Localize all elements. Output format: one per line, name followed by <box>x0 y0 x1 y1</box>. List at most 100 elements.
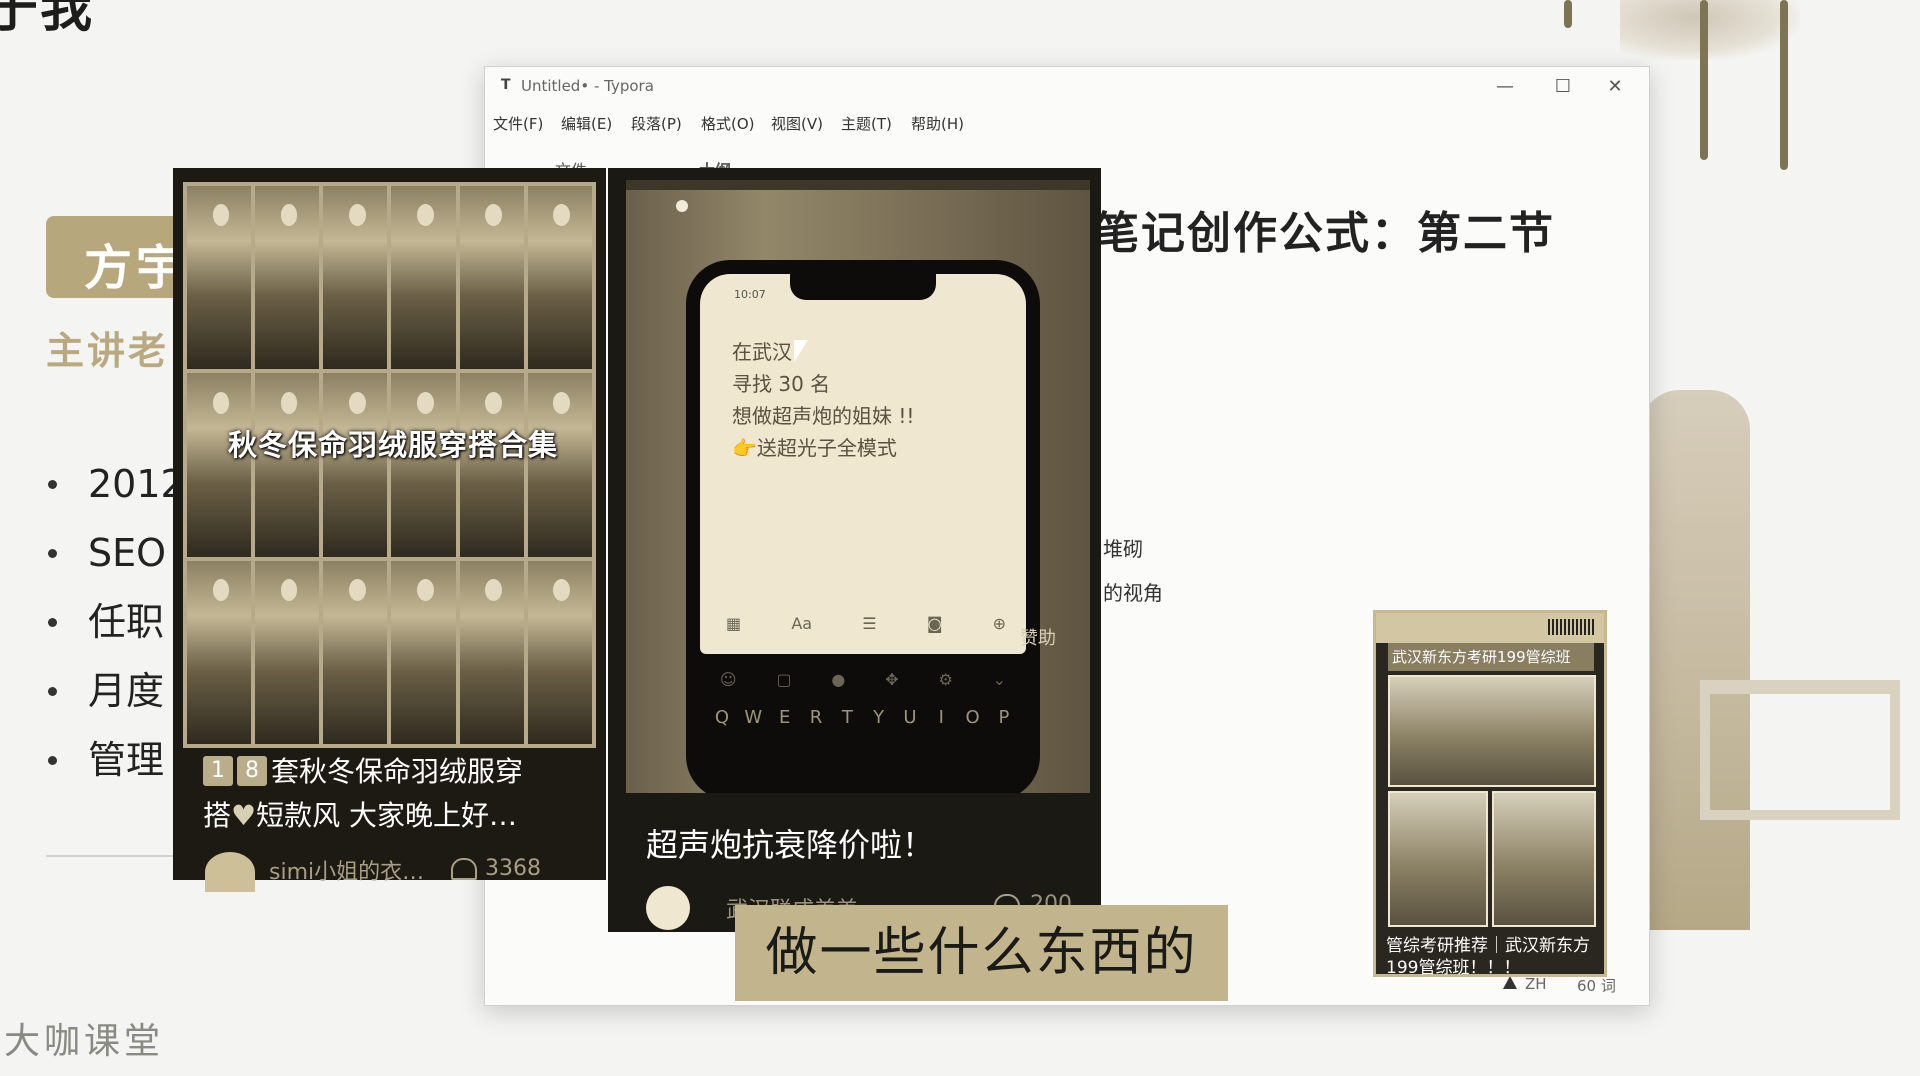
outfit-photo-grid <box>183 182 596 748</box>
menu-theme[interactable]: 主题(T) <box>841 113 892 134</box>
author-avatar[interactable] <box>205 852 255 892</box>
bio-bullet: 管理 <box>44 738 185 807</box>
barcode-icon <box>1548 619 1596 635</box>
outfit-photo <box>459 186 524 370</box>
key-y: Y <box>873 707 885 728</box>
note-line: 在武汉 <box>732 340 792 364</box>
key-q: Q <box>714 707 730 728</box>
outfit-photo <box>255 373 320 557</box>
menu-edit[interactable]: 编辑(E) <box>561 113 612 134</box>
menu-help[interactable]: 帮助(H) <box>911 113 964 134</box>
checklist-icon: ☰ <box>862 614 877 633</box>
decorative-drop <box>1564 0 1572 28</box>
maximize-button[interactable]: ☐ <box>1543 73 1583 101</box>
outfit-photo <box>323 560 388 744</box>
number-badge: 8 <box>237 756 267 786</box>
collapse-icon: ⌄ <box>992 670 1007 689</box>
keyboard-row: Q W E R T Y U I O P <box>700 707 1026 728</box>
ad-caption: 管综考研推荐｜武汉新东方199管综班！！！ <box>1386 936 1590 978</box>
minimize-button[interactable]: — <box>1485 73 1525 101</box>
menu-file[interactable]: 文件(F) <box>493 113 543 134</box>
typora-logo-icon: T <box>501 77 511 93</box>
outfit-photo <box>527 373 592 557</box>
post-title: 超声炮抗衰降价啦！ <box>646 826 935 864</box>
key-t: T <box>841 707 853 728</box>
slide-section-title: 于我 <box>0 0 95 39</box>
menu-bar: 文件(F) 编辑(E) 段落(P) 格式(O) 视图(V) 主题(T) 帮助(H… <box>485 107 1649 139</box>
window-titlebar[interactable]: T Untitled• - Typora — ☐ ✕ <box>485 67 1649 107</box>
bio-bullet: 月度 <box>44 669 185 738</box>
table-icon: ▦ <box>726 614 742 633</box>
bio-bullet: 任职 <box>44 600 185 669</box>
decorative-drop <box>1780 0 1788 170</box>
key-r: R <box>809 707 823 728</box>
phone-note: 在武汉 寻找 30 名 想做超声炮的姐妹 !! 👉送超光子全模式 <box>732 336 914 464</box>
background-person-image <box>1640 390 1750 930</box>
outfit-photo <box>255 560 320 744</box>
phone-screen: 10:07 在武汉 寻找 30 名 想做超声炮的姐妹 !! 👉送超光子全模式 ▦… <box>700 274 1026 654</box>
post-card-video[interactable]: 10:07 在武汉 寻找 30 名 想做超声炮的姐妹 !! 👉送超光子全模式 ▦… <box>608 168 1101 932</box>
emoji-icon: ☺ <box>719 670 737 689</box>
outfit-photo <box>255 186 320 370</box>
video-subtitle: 做一些什么东西的 <box>735 905 1228 1001</box>
camera-icon: ◙ <box>926 614 943 633</box>
post-title: 1 8 套秋冬保命羽绒服穿 搭♥短款风 大家晚上好… <box>203 750 583 838</box>
key-o: O <box>965 707 980 728</box>
lecturer-label: 主讲老 <box>46 329 170 373</box>
outfit-photo <box>459 373 524 557</box>
outfit-photo <box>527 186 592 370</box>
keyboard-toolbar: ☺ ▢ ● ✥ ⚙ ⌄ <box>700 670 1026 689</box>
document-heading[interactable]: 笔记创作公式：第二节 <box>1095 197 1555 261</box>
note-line: 想做超声炮的姐妹 !! <box>732 404 915 428</box>
key-i: I <box>938 707 944 728</box>
outfit-photo <box>459 560 524 744</box>
outfit-photo <box>527 560 592 744</box>
video-thumbnail[interactable]: 10:07 在武汉 寻找 30 名 想做超声炮的姐妹 !! 👉送超光子全模式 ▦… <box>626 180 1090 793</box>
sponsored-tag: 赞助 <box>1020 628 1056 649</box>
like-count: 3368 <box>485 856 541 881</box>
ad-thumbnail[interactable]: 武汉新东方考研199管综班 管综考研推荐｜武汉新东方199管综班！！！ <box>1373 610 1607 978</box>
bio-bullet: 2012 <box>44 462 185 531</box>
background-chair-image <box>1700 680 1900 820</box>
key-w: W <box>744 707 763 728</box>
note-toolbar: ▦ Aa ☰ ◙ ⊕ <box>726 614 1006 633</box>
vending-machine-photo <box>1492 791 1596 927</box>
ad-header: 武汉新东方考研199管综班 <box>1388 643 1594 671</box>
like-heart-icon[interactable] <box>451 858 477 880</box>
ad-top-strip <box>1376 613 1604 643</box>
post-card-outfit[interactable]: 秋冬保命羽绒服穿搭合集 1 8 套秋冬保命羽绒服穿 搭♥短款风 大家晚上好… sim… <box>173 168 606 892</box>
heart-emoji-icon: ♥ <box>231 799 257 832</box>
menu-view[interactable]: 视图(V) <box>771 113 823 134</box>
key-p: P <box>998 707 1010 728</box>
outfit-photo <box>187 186 252 370</box>
outfit-photo <box>323 373 388 557</box>
phone-image: 10:07 在武汉 寻找 30 名 想做超声炮的姐妹 !! 👉送超光子全模式 ▦… <box>686 260 1040 793</box>
text-format-icon: Aa <box>791 614 813 633</box>
author-avatar[interactable] <box>646 886 690 930</box>
note-line: 👉送超光子全模式 <box>732 436 897 460</box>
photo-overlay-caption: 秋冬保命羽绒服穿搭合集 <box>227 428 558 462</box>
bio-bullet-list: 2012 SEO 任职 月度 管理 <box>44 462 185 807</box>
post-title-line2-end: 短款风 大家晚上好… <box>256 799 518 832</box>
video-top-bar <box>626 180 1090 190</box>
outfit-photo <box>391 186 456 370</box>
note-line: 寻找 30 名 <box>732 372 831 396</box>
outfit-photo <box>391 560 456 744</box>
phone-keyboard: ☺ ▢ ● ✥ ⚙ ⌄ Q W E R T Y U I O P <box>700 670 1026 728</box>
outfit-photo <box>187 560 252 744</box>
number-badge: 1 <box>203 756 233 786</box>
document-text-fragment[interactable]: 堆砌 <box>1103 533 1143 562</box>
author-name[interactable]: simi小姐的衣… <box>269 854 424 886</box>
close-button[interactable]: ✕ <box>1595 73 1635 101</box>
settings-icon: ⚙ <box>938 670 953 689</box>
classroom-photo <box>1388 675 1596 787</box>
cursor-move-icon: ✥ <box>885 670 899 689</box>
menu-paragraph[interactable]: 段落(P) <box>631 113 682 134</box>
outfit-photo <box>323 186 388 370</box>
document-text-fragment[interactable]: 的视角 <box>1103 577 1163 606</box>
pen-icon: ⊕ <box>992 614 1006 633</box>
ceiling-light <box>676 200 688 212</box>
post-title-line2-start: 搭 <box>203 799 232 832</box>
menu-format[interactable]: 格式(O) <box>701 113 755 134</box>
outfit-photo <box>391 373 456 557</box>
